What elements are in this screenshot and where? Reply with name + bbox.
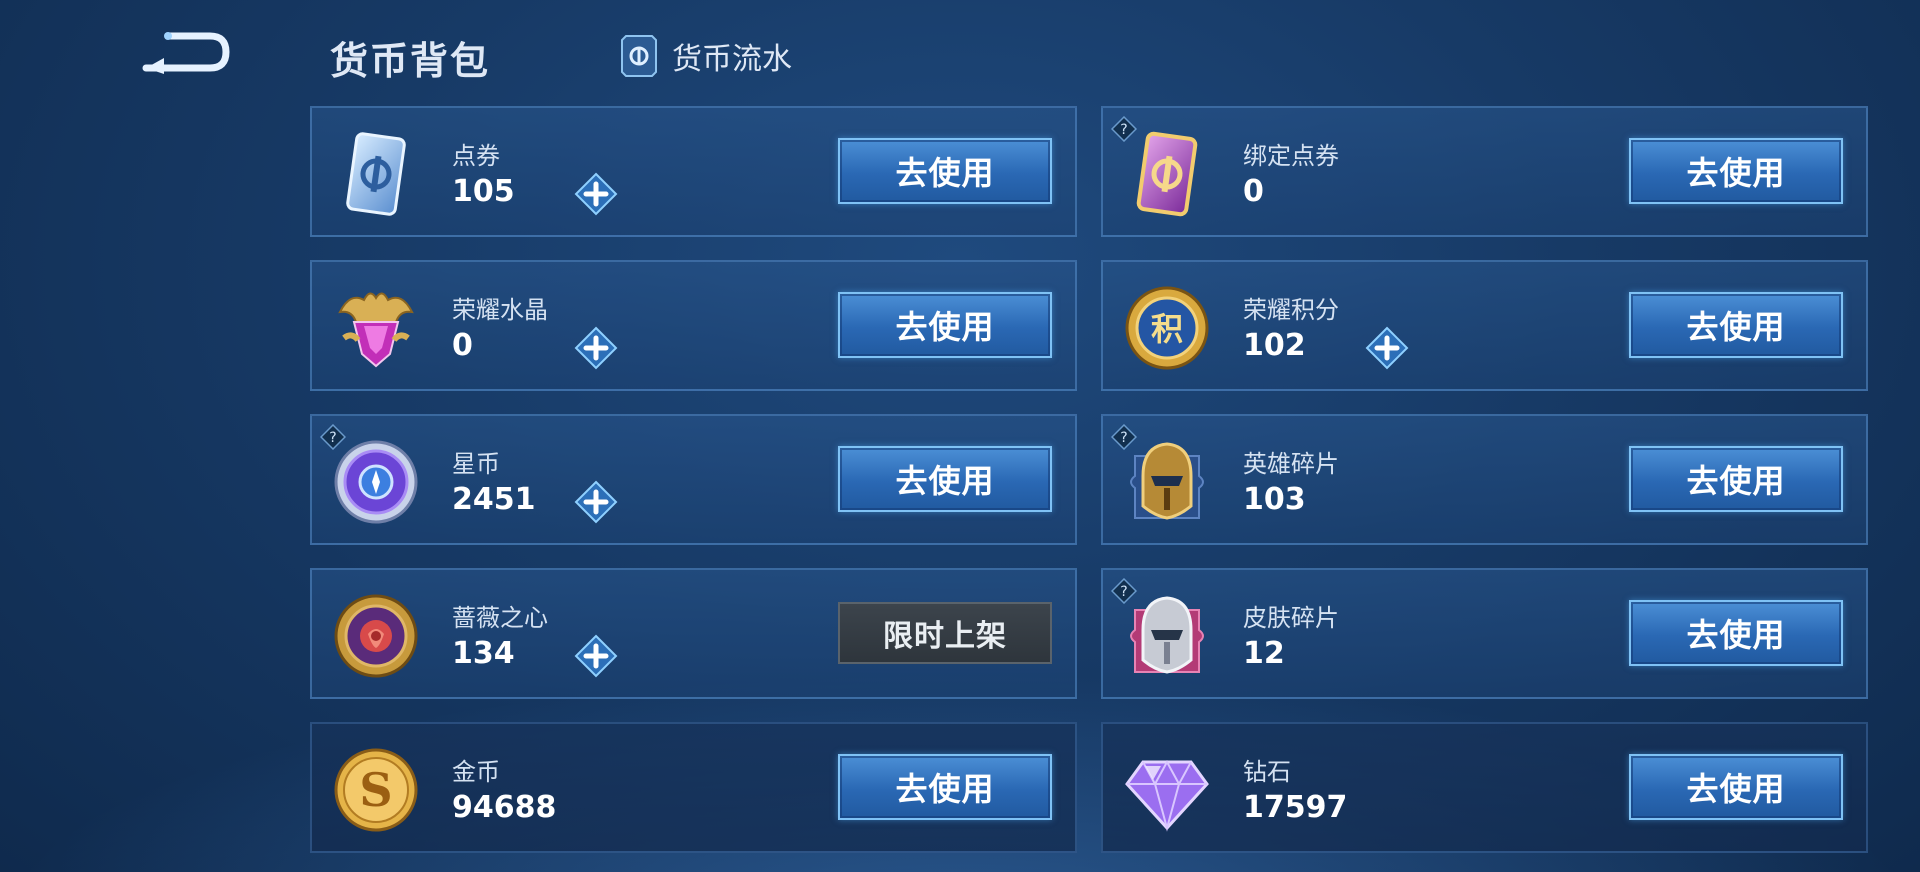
use-diamond-button[interactable]: 去使用: [1629, 754, 1843, 820]
currency-amount: 94688: [452, 790, 557, 825]
glory-points-icon: 积: [1121, 282, 1213, 374]
gold-coin-icon-text: S: [359, 763, 392, 817]
skin-fragment-icon: [1121, 590, 1213, 682]
currency-flow-link[interactable]: 货币流水: [620, 34, 792, 78]
limited-time-badge: 限时上架: [838, 602, 1052, 664]
plus-icon: [574, 326, 618, 370]
currency-amount: 0: [1243, 174, 1264, 209]
currency-card-rose-heart: 蔷薇之心 134 限时上架: [310, 568, 1077, 699]
currency-name: 点券: [452, 142, 500, 170]
use-star-coin-button[interactable]: 去使用: [838, 446, 1052, 512]
use-glory-points-button[interactable]: 去使用: [1629, 292, 1843, 358]
currency-amount: 102: [1243, 328, 1306, 363]
gold-coin-icon: S: [330, 744, 422, 836]
bound-coupon-card-icon: [1121, 128, 1213, 220]
currency-name: 皮肤碎片: [1243, 604, 1339, 632]
currency-amount: 103: [1243, 482, 1306, 517]
add-glory-points-button[interactable]: [1365, 326, 1409, 370]
diamond-icon: [1121, 744, 1213, 836]
page-title: 货币背包: [330, 39, 491, 83]
use-coupon-button[interactable]: 去使用: [838, 138, 1052, 204]
plus-icon: [574, 172, 618, 216]
currency-card-star-coin: ? 星币 2451 去使用: [310, 414, 1077, 545]
currency-card-bound-coupon: ? 绑定点券 0 去使用: [1101, 106, 1868, 237]
ledger-icon: [621, 35, 657, 77]
use-skin-fragment-button[interactable]: 去使用: [1629, 600, 1843, 666]
currency-flow-label: 货币流水: [672, 42, 792, 77]
currency-name: 英雄碎片: [1243, 450, 1339, 478]
back-arrow-icon: [142, 32, 230, 74]
currency-amount: 17597: [1243, 790, 1348, 825]
rose-heart-icon: [330, 590, 422, 682]
hero-fragment-icon: [1121, 436, 1213, 528]
add-rose-heart-button[interactable]: [574, 634, 618, 678]
add-glory-crystal-button[interactable]: [574, 326, 618, 370]
currency-name: 金币: [452, 758, 500, 786]
currency-amount: 2451: [452, 482, 536, 517]
currency-card-skin-fragment: ? 皮肤碎片 12 去使用: [1101, 568, 1868, 699]
glory-crystal-icon: [330, 282, 422, 374]
currency-card-glory-points: 积 荣耀积分 102 去使用: [1101, 260, 1868, 391]
plus-icon: [1365, 326, 1409, 370]
currency-amount: 105: [452, 174, 515, 209]
currency-card-glory-crystal: 荣耀水晶 0 去使用: [310, 260, 1077, 391]
currency-card-hero-fragment: ? 英雄碎片 103 去使用: [1101, 414, 1868, 545]
currency-name: 绑定点券: [1243, 142, 1339, 170]
glory-points-icon-text: 积: [1151, 310, 1183, 348]
back-button[interactable]: [140, 28, 232, 78]
currency-card-coupon: 点券 105 去使用: [310, 106, 1077, 237]
coupon-card-icon: [330, 128, 422, 220]
currency-amount: 12: [1243, 636, 1285, 671]
currency-grid: 点券 105 去使用 ? 绑定点券 0 去使用 荣耀水晶 0 去使用 积 荣耀积…: [310, 106, 1868, 856]
currency-name: 钻石: [1243, 758, 1291, 786]
star-coin-icon: [330, 436, 422, 528]
use-hero-fragment-button[interactable]: 去使用: [1629, 446, 1843, 512]
use-bound-coupon-button[interactable]: 去使用: [1629, 138, 1843, 204]
currency-amount: 134: [452, 636, 515, 671]
currency-card-gold-coin: S 金币 94688 去使用: [310, 722, 1077, 853]
currency-name: 荣耀积分: [1243, 296, 1339, 324]
currency-card-diamond: 钻石 17597 去使用: [1101, 722, 1868, 853]
currency-name: 星币: [452, 450, 500, 478]
currency-name: 荣耀水晶: [452, 296, 548, 324]
currency-name: 蔷薇之心: [452, 604, 548, 632]
plus-icon: [574, 634, 618, 678]
add-coupon-button[interactable]: [574, 172, 618, 216]
use-gold-coin-button[interactable]: 去使用: [838, 754, 1052, 820]
plus-icon: [574, 480, 618, 524]
currency-amount: 0: [452, 328, 473, 363]
add-star-coin-button[interactable]: [574, 480, 618, 524]
use-glory-crystal-button[interactable]: 去使用: [838, 292, 1052, 358]
